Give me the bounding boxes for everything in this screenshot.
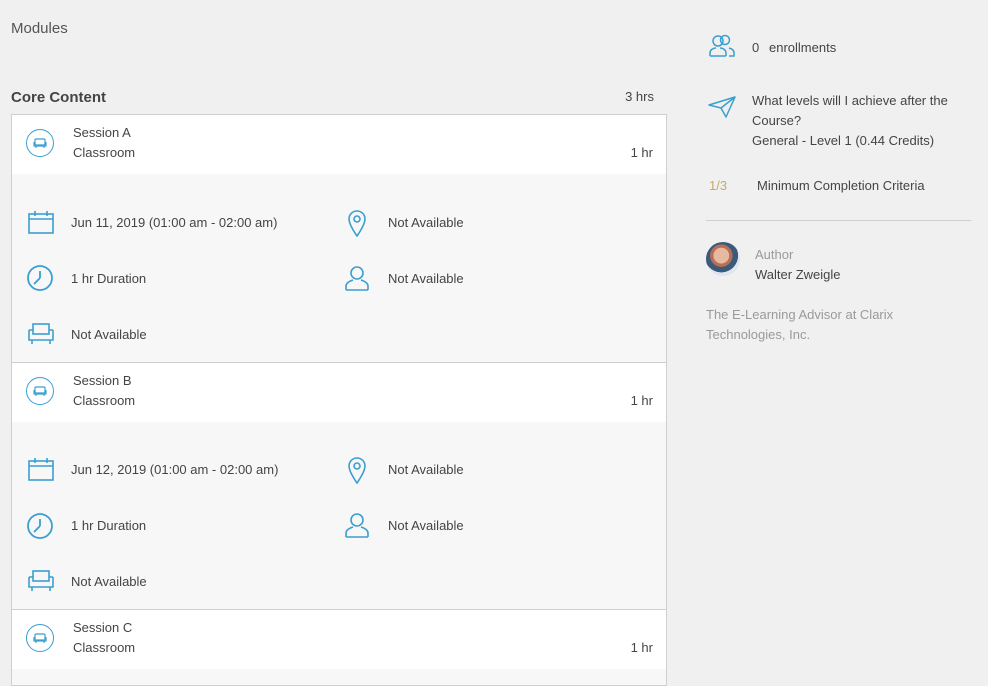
enrollments-icon <box>709 34 735 63</box>
paper-plane-icon <box>708 96 736 123</box>
author-label: Author <box>755 247 794 262</box>
session-duration-text: 1 hr Duration <box>71 271 147 286</box>
completion-fraction: 1/3 <box>709 178 728 193</box>
session-duration: 1 hr <box>630 145 653 160</box>
sidebar-divider <box>706 220 971 221</box>
author-bio-line2: Technologies, Inc. <box>706 327 811 342</box>
session-type: Classroom <box>73 393 136 408</box>
author-bio-line1: The E-Learning Advisor at Clarix <box>706 307 894 322</box>
section-title: Core Content <box>11 89 106 106</box>
session-name: Session B <box>73 373 132 388</box>
modules-label: Modules <box>11 20 68 37</box>
completion-label: Minimum Completion Criteria <box>757 178 925 193</box>
session-name: Session A <box>73 125 131 140</box>
levels-question-line1: What levels will I achieve after the <box>752 93 948 108</box>
session-room: Not Available <box>71 574 147 589</box>
instructor-icon <box>345 265 369 296</box>
location-pin-icon <box>347 209 367 242</box>
section-hours: 3 hrs <box>625 89 654 104</box>
session-a-header[interactable]: Session A Classroom 1 hr <box>12 115 666 174</box>
session-type: Classroom <box>73 145 136 160</box>
calendar-icon <box>28 457 54 486</box>
clock-icon <box>26 264 54 297</box>
session-c-header[interactable]: Session C Classroom 1 hr <box>12 610 666 669</box>
session-name: Session C <box>73 620 133 635</box>
session-date: Jun 12, 2019 (01:00 am - 02:00 am) <box>71 462 279 477</box>
location-pin-icon <box>347 456 367 489</box>
level-value: General - Level 1 (0.44 Credits) <box>752 133 935 148</box>
classroom-icon <box>26 624 54 652</box>
clock-icon <box>26 512 54 545</box>
session-location: Not Available <box>388 462 464 477</box>
enrollments-label: enrollments <box>769 40 837 55</box>
session-duration: 1 hr <box>630 640 653 655</box>
author-name[interactable]: Walter Zweigle <box>755 267 840 282</box>
classroom-icon <box>26 377 54 405</box>
session-duration: 1 hr <box>630 393 653 408</box>
session-b-header[interactable]: Session B Classroom 1 hr <box>12 363 666 422</box>
instructor-icon <box>345 512 369 543</box>
session-location: Not Available <box>388 215 464 230</box>
levels-question-line2: Course? <box>752 113 802 128</box>
avatar <box>706 242 740 276</box>
session-date: Jun 11, 2019 (01:00 am - 02:00 am) <box>71 215 278 230</box>
enrollments-count: 0 <box>752 40 760 55</box>
room-icon <box>27 322 55 351</box>
calendar-icon <box>28 210 54 239</box>
session-duration-text: 1 hr Duration <box>71 518 147 533</box>
session-instructor: Not Available <box>388 271 464 286</box>
sessions-panel: Session A Classroom 1 hr Jun 11, 2019 (0… <box>11 114 667 686</box>
session-room: Not Available <box>71 327 147 342</box>
room-icon <box>27 569 55 598</box>
session-instructor: Not Available <box>388 518 464 533</box>
classroom-icon <box>26 129 54 157</box>
session-type: Classroom <box>73 640 136 655</box>
